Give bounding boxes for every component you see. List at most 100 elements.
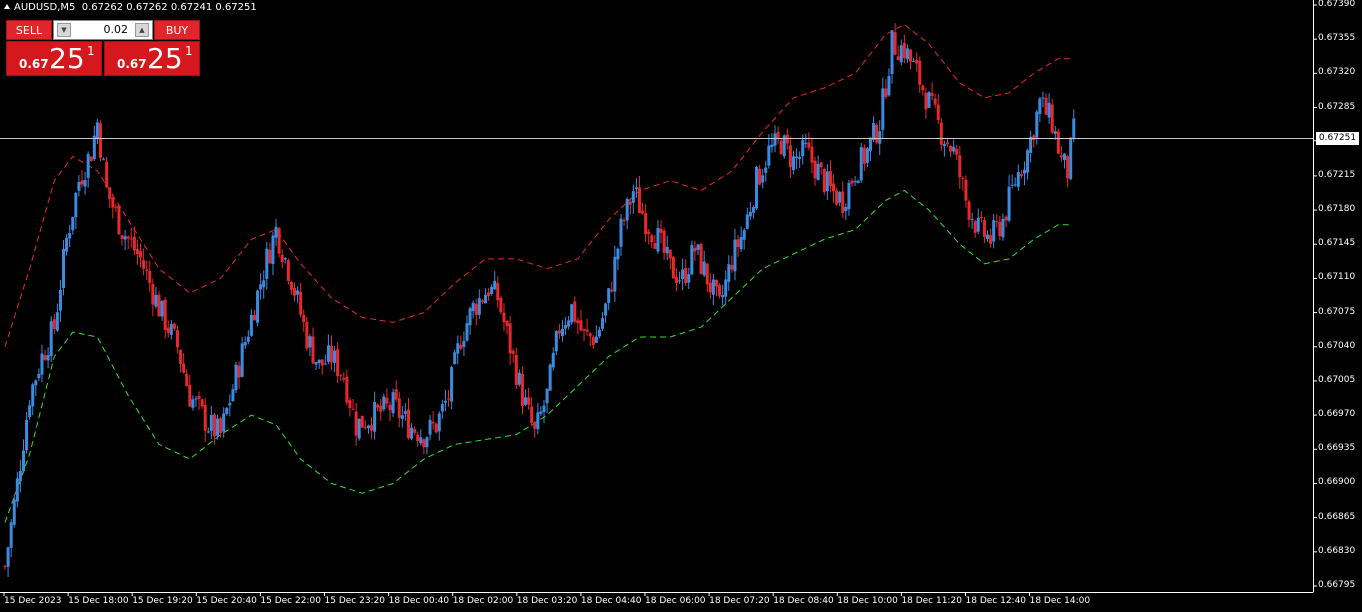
candle	[939, 118, 943, 151]
lot-size-stepper[interactable]: ▼ 0.02 ▲	[53, 20, 153, 40]
candle	[853, 176, 857, 187]
candle-body	[188, 384, 192, 407]
candle	[838, 190, 842, 207]
candle	[391, 388, 395, 417]
candle-body	[976, 217, 980, 232]
candle	[637, 175, 641, 214]
candle-body	[989, 235, 993, 244]
candle-body	[1038, 98, 1042, 114]
candle	[533, 421, 537, 438]
collapse-triangle-icon[interactable]	[4, 4, 10, 9]
candle-body	[696, 244, 700, 250]
candle-body	[305, 321, 309, 349]
candle	[277, 226, 281, 258]
candle-body	[145, 269, 149, 271]
ohlc-values: 0.67262 0.67262 0.67241 0.67251	[81, 2, 257, 13]
candle	[440, 399, 444, 420]
candle	[557, 324, 561, 340]
candle-body	[930, 93, 934, 96]
candle-body	[872, 123, 876, 140]
candle	[764, 160, 768, 182]
candle	[357, 418, 361, 441]
candle	[945, 137, 949, 147]
candle	[496, 276, 500, 308]
candle	[520, 366, 524, 415]
candle	[40, 344, 44, 383]
candle-body	[58, 290, 62, 311]
candle	[536, 402, 540, 435]
price-tick-label: 0.66830	[1318, 545, 1356, 556]
candle	[182, 353, 186, 374]
candle	[915, 52, 919, 72]
candle	[776, 126, 780, 145]
candle-body	[921, 85, 925, 91]
candle	[881, 77, 885, 138]
candle	[351, 398, 355, 410]
candle-body	[887, 76, 891, 96]
candle-body	[637, 187, 641, 214]
candle-body	[881, 88, 885, 130]
candle-body	[95, 122, 99, 139]
candle-body	[684, 267, 688, 284]
candle	[527, 387, 531, 410]
candle-body	[357, 418, 361, 439]
candle	[1004, 215, 1008, 228]
candle	[748, 201, 752, 220]
candle	[326, 334, 330, 365]
candle-body	[567, 320, 571, 327]
candle-body	[348, 400, 352, 409]
candle-body	[795, 156, 799, 159]
candle	[443, 390, 447, 411]
candle	[1047, 93, 1051, 124]
candle	[859, 142, 863, 183]
candle-body	[15, 478, 19, 502]
symbol-header: AUDUSD,M5 0.67262 0.67262 0.67241 0.6725…	[4, 2, 257, 13]
candle-body	[157, 294, 161, 317]
candle-body	[536, 412, 540, 430]
buy-button[interactable]: BUY	[154, 20, 200, 40]
candle	[955, 144, 959, 160]
sell-quote[interactable]: 0.67 25 1	[6, 41, 102, 76]
candle	[382, 393, 386, 412]
candle-body	[502, 312, 506, 323]
candle	[28, 400, 32, 420]
decrease-lot-arrow-icon[interactable]: ▼	[57, 23, 71, 37]
candle	[742, 228, 746, 250]
candle	[1035, 109, 1039, 145]
candle-body	[1019, 174, 1023, 177]
candle	[1026, 148, 1030, 180]
candle	[126, 235, 130, 250]
candle	[896, 45, 900, 61]
candle	[447, 390, 451, 407]
candle	[905, 44, 909, 63]
candle	[933, 93, 937, 109]
candle	[15, 471, 19, 508]
buy-quote[interactable]: 0.67 25 1	[104, 41, 200, 76]
price-tick-label: 0.66865	[1318, 511, 1356, 522]
candle-body	[222, 413, 226, 432]
candle-body	[520, 373, 524, 407]
candle	[413, 426, 417, 435]
candle	[785, 128, 789, 150]
lot-size-value[interactable]: 0.02	[104, 21, 129, 39]
increase-lot-arrow-icon[interactable]: ▲	[135, 23, 149, 37]
sell-button[interactable]: SELL	[6, 20, 52, 40]
candle-body	[644, 213, 648, 235]
candle	[1001, 213, 1005, 241]
time-tick-label: 18 Dec 11:20	[901, 596, 962, 606]
candle-body	[554, 331, 558, 352]
candle	[736, 235, 740, 257]
candle-body	[791, 156, 795, 171]
candle-body	[656, 228, 660, 252]
candle	[1063, 153, 1067, 169]
candle-body	[714, 279, 718, 287]
candle-body	[468, 308, 472, 326]
candle-body	[862, 147, 866, 164]
candle	[474, 298, 478, 326]
candle-body	[98, 123, 102, 158]
price-chart[interactable]	[0, 0, 1362, 612]
candle-body	[28, 405, 32, 418]
candle-body	[668, 249, 672, 259]
candle	[289, 280, 293, 295]
candle	[385, 388, 389, 408]
